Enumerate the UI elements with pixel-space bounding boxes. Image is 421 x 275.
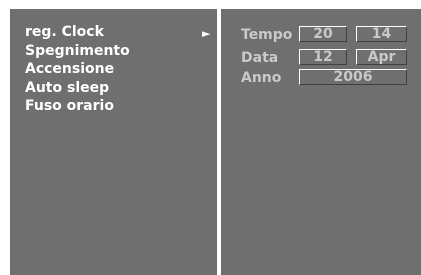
date-label: Data — [241, 50, 279, 66]
menu-item-fuso-orario[interactable]: Fuso orario — [25, 97, 130, 116]
submenu-arrow-icon: ► — [202, 27, 211, 40]
menu-item-accensione[interactable]: Accensione — [25, 60, 130, 79]
year-field[interactable]: 2006 — [299, 69, 407, 85]
year-label: Anno — [241, 70, 282, 86]
menu-item-spegnimento[interactable]: Spegnimento — [25, 42, 130, 61]
menu-item-auto-sleep[interactable]: Auto sleep — [25, 79, 130, 98]
minute-field[interactable]: 14 — [356, 26, 407, 42]
clock-settings-panel: Tempo 20 14 Data 12 Apr Anno 2006 — [221, 9, 421, 275]
month-field[interactable]: Apr — [356, 49, 407, 65]
menu-panel: reg. Clock Spegnimento Accensione Auto s… — [10, 9, 217, 275]
day-field[interactable]: 12 — [299, 49, 347, 65]
time-label: Tempo — [241, 27, 293, 43]
menu-list: reg. Clock Spegnimento Accensione Auto s… — [25, 23, 130, 116]
hour-field[interactable]: 20 — [299, 26, 347, 42]
menu-item-reg-clock[interactable]: reg. Clock — [25, 23, 130, 42]
